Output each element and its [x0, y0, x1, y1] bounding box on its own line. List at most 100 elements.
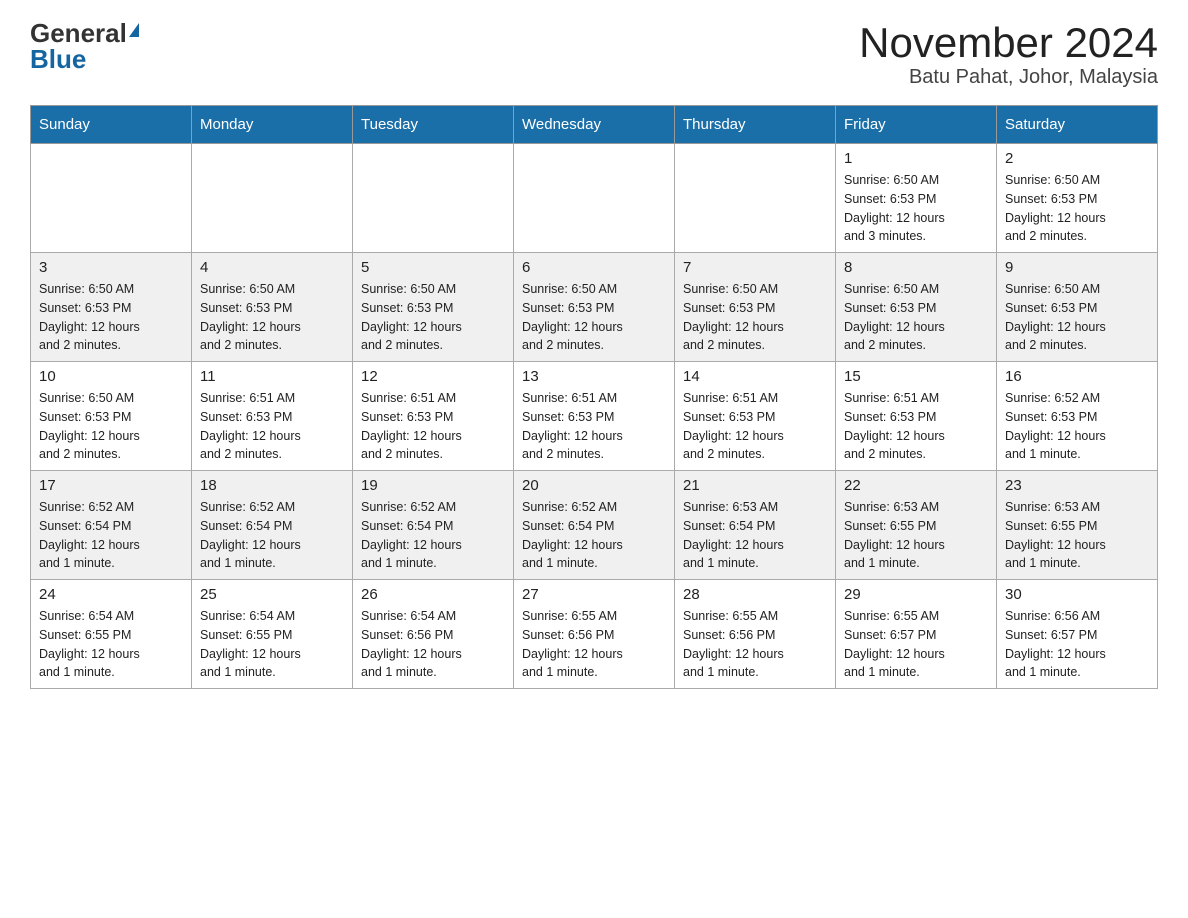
day-number: 21 [683, 477, 827, 494]
calendar-cell: 4 Sunrise: 6:50 AM Sunset: 6:53 PM Daylig… [192, 253, 353, 362]
calendar-cell: 23Sunrise: 6:53 AM Sunset: 6:55 PM Dayli… [997, 471, 1158, 580]
day-info: Sunrise: 6:51 AM Sunset: 6:53 PM Dayligh… [361, 389, 505, 464]
calendar-cell: 22 Sunrise: 6:53 AM Sunset: 6:55 PM Dayli… [836, 471, 997, 580]
day-info: Sunrise: 6:50 AM Sunset: 6:53 PM Dayligh… [522, 280, 666, 355]
day-info: Sunrise: 6:50 AM Sunset: 6:53 PM Dayligh… [39, 389, 183, 464]
day-number: 20 [522, 477, 666, 494]
day-number: 10 [39, 368, 183, 385]
day-info: Sunrise: 6:54 AM Sunset: 6:55 PM Dayligh… [200, 607, 344, 682]
day-info: Sunrise: 6:51 AM Sunset: 6:53 PM Dayligh… [844, 389, 988, 464]
day-info: Sunrise: 6:50 AM Sunset: 6:53 PM Dayligh… [1005, 280, 1149, 355]
day-number: 28 [683, 586, 827, 603]
day-number: 22 [844, 477, 988, 494]
calendar-cell: 19 Sunrise: 6:52 AM Sunset: 6:54 PM Dayli… [353, 471, 514, 580]
calendar-week-row: 1Sunrise: 6:50 AM Sunset: 6:53 PM Daylig… [31, 144, 1158, 253]
day-number: 18 [200, 477, 344, 494]
calendar-cell: 16 Sunrise: 6:52 AM Sunset: 6:53 PM Dayli… [997, 362, 1158, 471]
calendar-cell [675, 144, 836, 253]
day-info: Sunrise: 6:51 AM Sunset: 6:53 PM Dayligh… [683, 389, 827, 464]
day-number: 13 [522, 368, 666, 385]
calendar-cell: 2Sunrise: 6:50 AM Sunset: 6:53 PM Daylig… [997, 144, 1158, 253]
day-number: 9 [1005, 259, 1149, 276]
day-info: Sunrise: 6:52 AM Sunset: 6:54 PM Dayligh… [361, 498, 505, 573]
calendar-cell: 21 Sunrise: 6:53 AM Sunset: 6:54 PM Dayli… [675, 471, 836, 580]
day-info: Sunrise: 6:53 AM Sunset: 6:55 PM Dayligh… [1005, 498, 1149, 573]
logo-general-text: General [30, 20, 127, 46]
calendar-cell [514, 144, 675, 253]
calendar-cell: 17 Sunrise: 6:52 AM Sunset: 6:54 PM Dayli… [31, 471, 192, 580]
day-number: 3 [39, 259, 183, 276]
calendar-cell: 13 Sunrise: 6:51 AM Sunset: 6:53 PM Dayli… [514, 362, 675, 471]
weekday-header-friday: Friday [836, 106, 997, 144]
calendar-cell: 6 Sunrise: 6:50 AM Sunset: 6:53 PM Daylig… [514, 253, 675, 362]
page-header: General Blue November 2024 Batu Pahat, J… [30, 20, 1158, 89]
logo: General Blue [30, 20, 139, 72]
day-info: Sunrise: 6:50 AM Sunset: 6:53 PM Dayligh… [844, 171, 988, 246]
day-number: 12 [361, 368, 505, 385]
logo-triangle-icon [129, 23, 139, 37]
calendar-cell: 26 Sunrise: 6:54 AM Sunset: 6:56 PM Dayli… [353, 580, 514, 689]
day-number: 15 [844, 368, 988, 385]
location-title: Batu Pahat, Johor, Malaysia [859, 66, 1158, 89]
month-title: November 2024 [859, 20, 1158, 66]
calendar-cell: 30 Sunrise: 6:56 AM Sunset: 6:57 PM Dayli… [997, 580, 1158, 689]
weekday-header-wednesday: Wednesday [514, 106, 675, 144]
day-number: 17 [39, 477, 183, 494]
day-info: Sunrise: 6:54 AM Sunset: 6:55 PM Dayligh… [39, 607, 183, 682]
day-number: 14 [683, 368, 827, 385]
day-info: Sunrise: 6:50 AM Sunset: 6:53 PM Dayligh… [39, 280, 183, 355]
day-info: Sunrise: 6:50 AM Sunset: 6:53 PM Dayligh… [683, 280, 827, 355]
calendar-cell: 14 Sunrise: 6:51 AM Sunset: 6:53 PM Dayli… [675, 362, 836, 471]
calendar-cell: 28 Sunrise: 6:55 AM Sunset: 6:56 PM Dayli… [675, 580, 836, 689]
day-info: Sunrise: 6:50 AM Sunset: 6:53 PM Dayligh… [1005, 171, 1149, 246]
calendar-cell: 11Sunrise: 6:51 AM Sunset: 6:53 PM Dayli… [192, 362, 353, 471]
day-info: Sunrise: 6:55 AM Sunset: 6:56 PM Dayligh… [683, 607, 827, 682]
calendar-cell [31, 144, 192, 253]
day-info: Sunrise: 6:52 AM Sunset: 6:53 PM Dayligh… [1005, 389, 1149, 464]
day-info: Sunrise: 6:50 AM Sunset: 6:53 PM Dayligh… [361, 280, 505, 355]
logo-blue-text: Blue [30, 46, 86, 72]
calendar-cell: 10 Sunrise: 6:50 AM Sunset: 6:53 PM Dayli… [31, 362, 192, 471]
day-info: Sunrise: 6:56 AM Sunset: 6:57 PM Dayligh… [1005, 607, 1149, 682]
day-info: Sunrise: 6:51 AM Sunset: 6:53 PM Dayligh… [200, 389, 344, 464]
day-info: Sunrise: 6:55 AM Sunset: 6:57 PM Dayligh… [844, 607, 988, 682]
calendar-cell: 27Sunrise: 6:55 AM Sunset: 6:56 PM Dayli… [514, 580, 675, 689]
day-info: Sunrise: 6:53 AM Sunset: 6:54 PM Dayligh… [683, 498, 827, 573]
day-info: Sunrise: 6:53 AM Sunset: 6:55 PM Dayligh… [844, 498, 988, 573]
weekday-header-monday: Monday [192, 106, 353, 144]
day-info: Sunrise: 6:50 AM Sunset: 6:53 PM Dayligh… [200, 280, 344, 355]
day-number: 4 [200, 259, 344, 276]
calendar-cell: 24 Sunrise: 6:54 AM Sunset: 6:55 PM Dayli… [31, 580, 192, 689]
day-number: 19 [361, 477, 505, 494]
day-number: 8 [844, 259, 988, 276]
day-number: 16 [1005, 368, 1149, 385]
day-number: 26 [361, 586, 505, 603]
calendar-table: SundayMondayTuesdayWednesdayThursdayFrid… [30, 105, 1158, 689]
calendar-cell: 8 Sunrise: 6:50 AM Sunset: 6:53 PM Daylig… [836, 253, 997, 362]
calendar-cell: 3 Sunrise: 6:50 AM Sunset: 6:53 PM Daylig… [31, 253, 192, 362]
day-info: Sunrise: 6:50 AM Sunset: 6:53 PM Dayligh… [844, 280, 988, 355]
calendar-cell: 1Sunrise: 6:50 AM Sunset: 6:53 PM Daylig… [836, 144, 997, 253]
calendar-cell: 18 Sunrise: 6:52 AM Sunset: 6:54 PM Dayli… [192, 471, 353, 580]
weekday-header-saturday: Saturday [997, 106, 1158, 144]
calendar-cell [192, 144, 353, 253]
day-info: Sunrise: 6:52 AM Sunset: 6:54 PM Dayligh… [200, 498, 344, 573]
day-number: 6 [522, 259, 666, 276]
day-number: 30 [1005, 586, 1149, 603]
weekday-header-thursday: Thursday [675, 106, 836, 144]
day-info: Sunrise: 6:54 AM Sunset: 6:56 PM Dayligh… [361, 607, 505, 682]
day-info: Sunrise: 6:52 AM Sunset: 6:54 PM Dayligh… [39, 498, 183, 573]
weekday-header-sunday: Sunday [31, 106, 192, 144]
calendar-cell: 29 Sunrise: 6:55 AM Sunset: 6:57 PM Dayli… [836, 580, 997, 689]
calendar-cell: 15 Sunrise: 6:51 AM Sunset: 6:53 PM Dayli… [836, 362, 997, 471]
calendar-cell [353, 144, 514, 253]
day-number: 24 [39, 586, 183, 603]
day-number: 7 [683, 259, 827, 276]
weekday-header-tuesday: Tuesday [353, 106, 514, 144]
day-number: 29 [844, 586, 988, 603]
day-info: Sunrise: 6:55 AM Sunset: 6:56 PM Dayligh… [522, 607, 666, 682]
calendar-cell: 9 Sunrise: 6:50 AM Sunset: 6:53 PM Daylig… [997, 253, 1158, 362]
calendar-cell: 5Sunrise: 6:50 AM Sunset: 6:53 PM Daylig… [353, 253, 514, 362]
calendar-cell: 12 Sunrise: 6:51 AM Sunset: 6:53 PM Dayli… [353, 362, 514, 471]
day-info: Sunrise: 6:51 AM Sunset: 6:53 PM Dayligh… [522, 389, 666, 464]
